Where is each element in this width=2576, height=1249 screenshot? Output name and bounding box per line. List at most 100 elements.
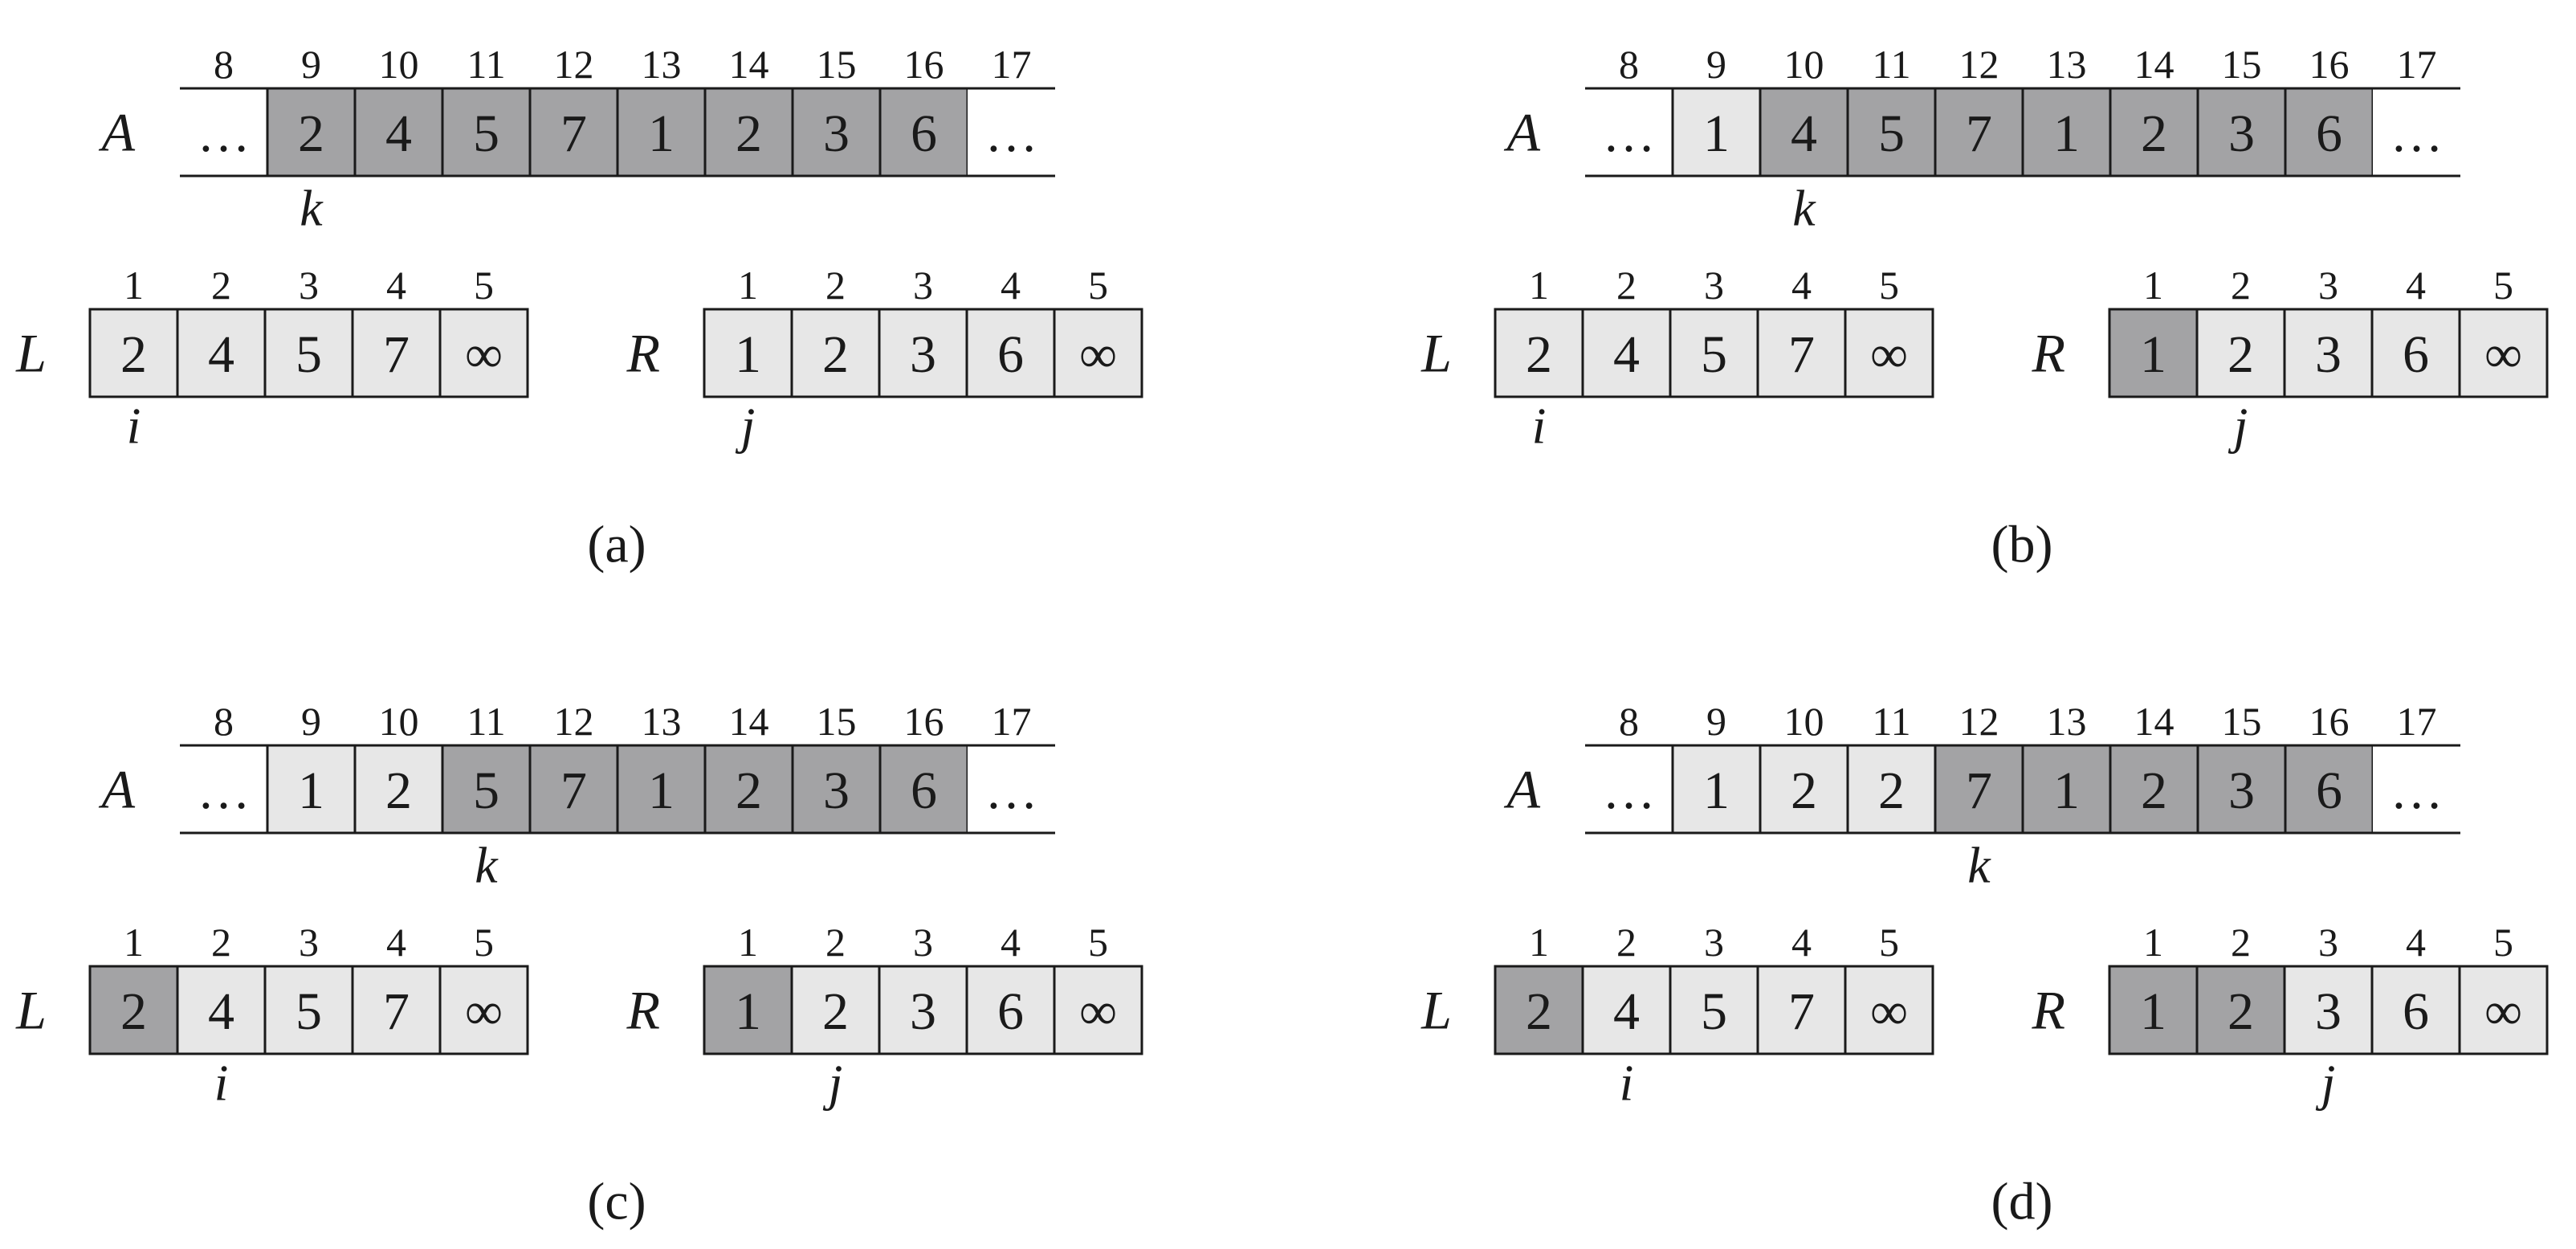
array-name-label: A <box>98 102 135 163</box>
panel-a: A …829410511712113214315616…17kL 21425374∞… <box>15 42 1143 574</box>
cell-index: 2 <box>825 920 846 965</box>
array-name-label: R <box>2031 980 2065 1041</box>
ellipsis-text: … <box>2391 104 2444 163</box>
cell-index: 8 <box>1619 699 1639 744</box>
cell-index: 10 <box>1784 699 1824 744</box>
cell-index: 5 <box>474 263 494 308</box>
merge-steps-figure: A… 8 2 9 4 10 5 11 7 12 1 13 2 14 3 15 6 16… 17 k L 2 1 4 2 5 3 7 4 ∞… <box>0 0 2576 1245</box>
cell-value: 5 <box>296 325 322 384</box>
ellipsis-text: … <box>2391 761 2444 820</box>
cell-index: 5 <box>1879 920 1899 965</box>
pointer-k: k <box>300 180 324 237</box>
cell-value: 7 <box>1788 982 1815 1041</box>
array-l: L 2 1 4 2 5 3 7 4 ∞ 5 i <box>1420 920 1934 1112</box>
cell-value: 2 <box>120 325 147 384</box>
cell-value: 5 <box>1878 104 1905 163</box>
array-name-label: A <box>1503 102 1540 163</box>
cell-index: 4 <box>1001 263 1021 308</box>
cell-index: 16 <box>2309 699 2350 744</box>
array-l: L 2 1 4 2 5 3 7 4 ∞ 5 i <box>15 263 529 455</box>
cell-value: 3 <box>2228 104 2255 163</box>
pointer-i: i <box>214 1055 229 1112</box>
array-name-label: A <box>1503 759 1540 820</box>
ellipsis-text: … <box>1603 104 1656 163</box>
cell-index: 12 <box>1959 42 1999 87</box>
array-a: A … 8 1 9 2 10 5 11 7 12 1 13 2 14 3 15 6 16 … 17 k <box>98 699 1055 894</box>
cell-value: 3 <box>2228 761 2255 820</box>
cell-index: 12 <box>1959 699 1999 744</box>
cell-value: 7 <box>1966 104 1992 163</box>
cell-index: 16 <box>2309 42 2350 87</box>
cell-value: 2 <box>385 761 412 820</box>
cell-value: 1 <box>2140 325 2166 384</box>
array-l: L 2 1 4 2 5 3 7 4 ∞ 5 i <box>1420 263 1934 455</box>
cell-value: 2 <box>2228 982 2254 1041</box>
cell-index: 1 <box>738 920 758 965</box>
cell-value: 3 <box>823 761 850 820</box>
cell-value: ∞ <box>2484 325 2522 384</box>
cell-index: 13 <box>2047 42 2087 87</box>
cell-value: 4 <box>208 982 234 1041</box>
cell-index: 15 <box>817 699 857 744</box>
cell-value: ∞ <box>465 982 503 1041</box>
ellipsis-text: … <box>1603 761 1656 820</box>
cell-index: 17 <box>2397 42 2437 87</box>
cell-value: 7 <box>1966 761 1992 820</box>
cell-index: 4 <box>386 920 406 965</box>
cell-index: 9 <box>301 699 321 744</box>
cell-value: 5 <box>473 761 499 820</box>
cell-value: 2 <box>2141 104 2167 163</box>
cell-index: 15 <box>2222 699 2262 744</box>
cell-value: ∞ <box>1870 982 1908 1041</box>
cell-value: 2 <box>1791 761 1817 820</box>
cell-index: 9 <box>1706 42 1726 87</box>
cell-value: 6 <box>2316 104 2342 163</box>
pointer-i: i <box>1620 1055 1634 1112</box>
cell-value: 2 <box>2228 325 2254 384</box>
array-name-label: R <box>626 323 660 384</box>
cell-index: 10 <box>1784 42 1824 87</box>
cell-index: 16 <box>904 699 944 744</box>
merge-diagram-svg: A …829410511712113214315616…17kL 21425374∞… <box>15 42 2549 1231</box>
panel-c: A …819210511712113214315616…17kL 21425374∞… <box>15 699 1143 1231</box>
cell-value: 7 <box>383 325 410 384</box>
cell-index: 5 <box>1088 920 1108 965</box>
cell-index: 1 <box>2143 920 2163 965</box>
cell-value: ∞ <box>1079 325 1117 384</box>
cell-index: 11 <box>1872 42 1910 87</box>
pointer-j: j <box>2316 1055 2336 1112</box>
panel-caption: (b) <box>1991 516 2053 574</box>
cell-index: 2 <box>1616 920 1636 965</box>
cell-index: 2 <box>211 263 231 308</box>
cell-value: 1 <box>1703 761 1730 820</box>
cell-index: 5 <box>2493 263 2513 308</box>
cell-value: 6 <box>997 982 1024 1041</box>
cell-value: 3 <box>2315 982 2342 1041</box>
cell-value: 2 <box>1526 325 1552 384</box>
cell-index: 8 <box>214 42 234 87</box>
cell-index: 2 <box>1616 263 1636 308</box>
cell-value: 2 <box>822 325 849 384</box>
pointer-j: j <box>736 398 756 455</box>
cell-index: 4 <box>1791 920 1812 965</box>
cell-index: 3 <box>2318 920 2338 965</box>
cell-value: 2 <box>2141 761 2167 820</box>
cell-value: 3 <box>910 325 936 384</box>
cell-value: 3 <box>910 982 936 1041</box>
cell-index: 11 <box>467 42 505 87</box>
cell-value: 2 <box>298 104 324 163</box>
pointer-k: k <box>1792 180 1816 237</box>
cell-index: 8 <box>214 699 234 744</box>
cell-index: 1 <box>1529 920 1549 965</box>
cell-value: 6 <box>911 104 937 163</box>
cell-index: 5 <box>474 920 494 965</box>
cell-value: 4 <box>1613 982 1640 1041</box>
cell-value: 5 <box>1701 325 1727 384</box>
cell-value: 7 <box>560 104 587 163</box>
pointer-k: k <box>1967 837 1991 894</box>
cell-value: ∞ <box>2484 982 2522 1041</box>
cell-value: ∞ <box>1870 325 1908 384</box>
ellipsis-text: … <box>985 104 1038 163</box>
cell-value: 1 <box>298 761 324 820</box>
cell-value: 2 <box>1526 982 1552 1041</box>
